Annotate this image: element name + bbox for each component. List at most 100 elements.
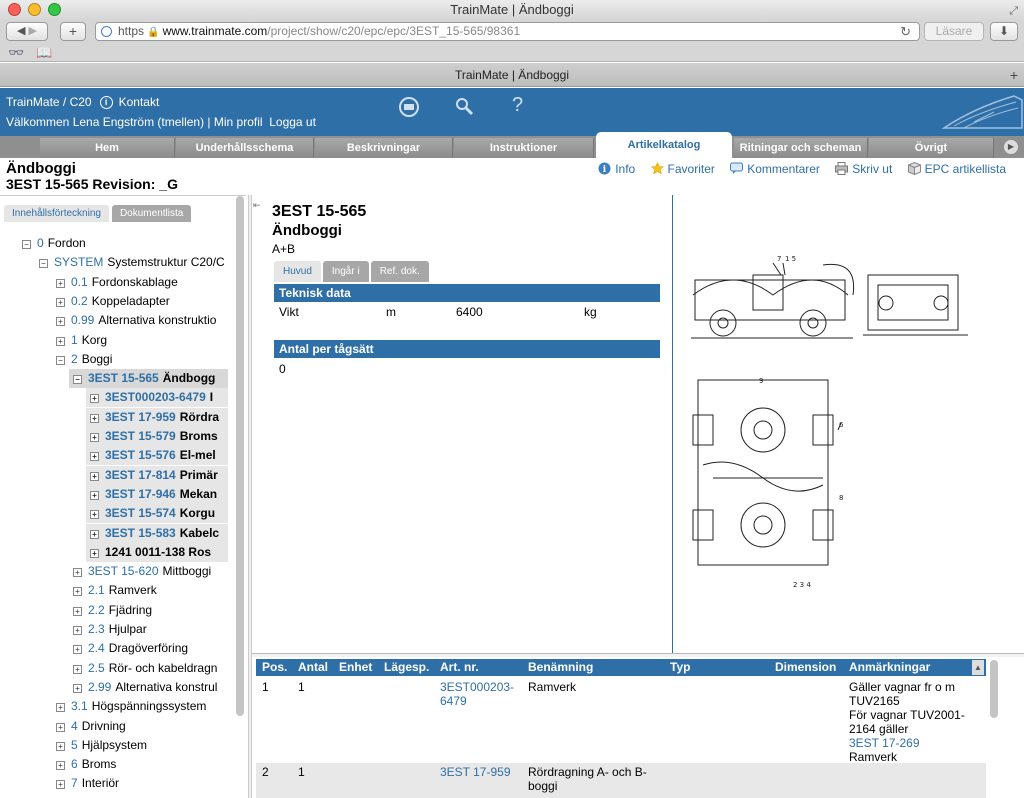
tree-item[interactable]: +3EST 15-583 Kabelc (86, 524, 228, 543)
row-art-nr-link[interactable]: 3EST000203- (440, 680, 514, 694)
tab-instruktioner[interactable]: Instruktioner (454, 138, 594, 158)
collapse-node-icon[interactable]: − (56, 356, 65, 365)
table-row[interactable]: 2 1 3EST 17-959 Rördragning A- och B- bo… (256, 763, 986, 798)
expand-node-icon[interactable]: + (90, 394, 99, 403)
tree-item[interactable]: +1 Korg (56, 331, 228, 350)
tree-item[interactable]: +3EST 15-574 Korgu (86, 504, 228, 523)
col-anmarkningar[interactable]: Anmärkningar (849, 659, 930, 676)
col-typ[interactable]: Typ (670, 659, 690, 676)
bogie-drawing[interactable]: 7 1 5 9 6 8 2 3 4 (672, 195, 1024, 653)
tree-item[interactable]: +7 Interiör (56, 774, 228, 793)
col-lagesp[interactable]: Lägesp. (384, 659, 429, 676)
expand-node-icon[interactable]: + (73, 626, 82, 635)
expand-node-icon[interactable]: + (56, 703, 65, 712)
tab-ingar-i[interactable]: Ingår i (322, 261, 369, 282)
tree-item[interactable]: −2 Boggi (56, 350, 228, 369)
info-icon[interactable]: i (99, 96, 113, 109)
nav-scroll-right-icon[interactable]: ▶ (1004, 140, 1018, 154)
horizontal-splitter[interactable] (252, 653, 1024, 657)
tab-document-list[interactable]: Dokumentlista (111, 205, 192, 222)
tree-item[interactable]: +2.2 Fjädring (73, 601, 228, 620)
expand-node-icon[interactable]: + (73, 665, 82, 674)
pane-splitter[interactable] (248, 195, 252, 798)
expand-node-icon[interactable]: + (73, 568, 82, 577)
new-tab-button[interactable]: + (60, 22, 86, 41)
expand-node-icon[interactable]: + (56, 723, 65, 732)
tree-item[interactable]: +3EST 17-946 Mekan (86, 485, 228, 504)
tree-item[interactable]: +3EST000203-6479 I (86, 388, 228, 407)
print-action[interactable]: Skriv ut (835, 162, 892, 176)
tree-item[interactable]: −3EST 15-565 Ändbogg (69, 369, 228, 388)
expand-node-icon[interactable]: + (90, 472, 99, 481)
expand-node-icon[interactable]: + (90, 414, 99, 423)
col-pos[interactable]: Pos. (262, 659, 287, 676)
zoom-window-button[interactable] (48, 3, 61, 16)
back-icon[interactable]: ◀ (17, 25, 25, 37)
expand-node-icon[interactable]: + (90, 549, 99, 558)
row-art-nr-link[interactable]: 3EST 17-959 (440, 765, 511, 779)
tree-item[interactable]: +3EST 17-814 Primär (86, 466, 228, 485)
tab-toc[interactable]: Innehållsförteckning (4, 205, 109, 222)
tree-item[interactable]: +0.1 Fordonskablage (56, 273, 228, 292)
expand-node-icon[interactable]: + (73, 645, 82, 654)
downloads-button[interactable]: ⬇ (990, 22, 1018, 41)
table-scrollbar[interactable] (990, 660, 998, 718)
expand-node-icon[interactable]: + (73, 587, 82, 596)
expand-node-icon[interactable]: + (56, 780, 65, 789)
expand-node-icon[interactable]: + (90, 452, 99, 461)
expand-node-icon[interactable]: + (56, 761, 65, 770)
expand-node-icon[interactable]: + (90, 491, 99, 500)
browser-tab[interactable]: TrainMate | Ändboggi + (0, 63, 1024, 87)
tab-underhallsschema[interactable]: Underhållsschema (176, 138, 314, 158)
tab-ref-dok[interactable]: Ref. dok. (370, 261, 429, 282)
row-anm-link[interactable]: 3EST 17-269 (849, 736, 920, 750)
epc-list-action[interactable]: EPC artikellista (907, 162, 1006, 176)
tree-item[interactable]: +2.99 Alternativa konstrul (73, 678, 228, 697)
favorites-action[interactable]: Favoriter (650, 162, 715, 176)
expand-node-icon[interactable]: + (73, 607, 82, 616)
tab-artikelkatalog[interactable]: Artikelkatalog (596, 132, 732, 158)
col-dimension[interactable]: Dimension (775, 659, 836, 676)
expand-node-icon[interactable]: + (90, 433, 99, 442)
info-action[interactable]: i Info (598, 162, 635, 176)
col-benamning[interactable]: Benämning (528, 659, 593, 676)
reader-button[interactable]: Läsare (924, 22, 984, 41)
address-bar[interactable]: https 🔒 www.trainmate.com/project/show/c… (95, 22, 920, 41)
contact-link[interactable]: Kontakt (119, 95, 160, 109)
tree-item[interactable]: +2.5 Rör- och kabeldragn (73, 659, 228, 678)
tree-item[interactable]: +1241 0011-138 Ros (86, 543, 228, 562)
left-scrollbar[interactable] (236, 196, 244, 716)
expand-node-icon[interactable]: + (56, 337, 65, 346)
tab-ritningar[interactable]: Ritningar och scheman (734, 138, 868, 158)
reload-icon[interactable]: ↻ (900, 23, 911, 40)
comments-action[interactable]: Kommentarer (730, 162, 820, 176)
help-icon[interactable]: ? (512, 94, 523, 117)
col-enhet[interactable]: Enhet (339, 659, 372, 676)
search-icon[interactable] (454, 96, 474, 121)
add-tab-icon[interactable]: + (1010, 63, 1018, 87)
expand-node-icon[interactable]: + (90, 530, 99, 539)
tree-item[interactable]: +2.1 Ramverk (73, 581, 228, 600)
tree-item[interactable]: +3EST 15-576 El-mel (86, 446, 228, 465)
tree-item[interactable]: +3.1 Högspänningssystem (56, 697, 228, 716)
bookmarks-icon[interactable]: 📖 (36, 45, 52, 61)
collapse-node-icon[interactable]: − (73, 375, 82, 384)
tree-item[interactable]: +3EST 15-620 Mittboggi (73, 562, 228, 581)
tree-item[interactable]: +0.2 Koppeladapter (56, 292, 228, 311)
tab-beskrivningar[interactable]: Beskrivningar (315, 138, 453, 158)
tab-ovrigt[interactable]: Övrigt (869, 138, 994, 158)
back-forward-buttons[interactable]: ◀ ▶ (6, 22, 48, 41)
tree-item[interactable]: +6 Broms (56, 755, 228, 774)
tree-item[interactable]: +2.3 Hjulpar (73, 620, 228, 639)
expand-node-icon[interactable]: + (73, 684, 82, 693)
minimize-window-button[interactable] (28, 3, 41, 16)
expand-node-icon[interactable]: + (90, 510, 99, 519)
table-scroll-top-icon[interactable]: ▲ (972, 660, 984, 675)
reading-list-icon[interactable]: 👓 (8, 45, 24, 61)
col-art-nr[interactable]: Art. nr. (440, 659, 479, 676)
tab-hem[interactable]: Hem (40, 138, 175, 158)
tree-item[interactable]: +5 Hjälpsystem (56, 736, 228, 755)
fullscreen-icon[interactable]: ⤢ (1009, 2, 1018, 21)
table-row[interactable]: 1 1 3EST000203- 6479 Ramverk Gäller vagn… (256, 680, 986, 764)
collapse-pane-icon[interactable]: ⇤ (253, 200, 261, 211)
